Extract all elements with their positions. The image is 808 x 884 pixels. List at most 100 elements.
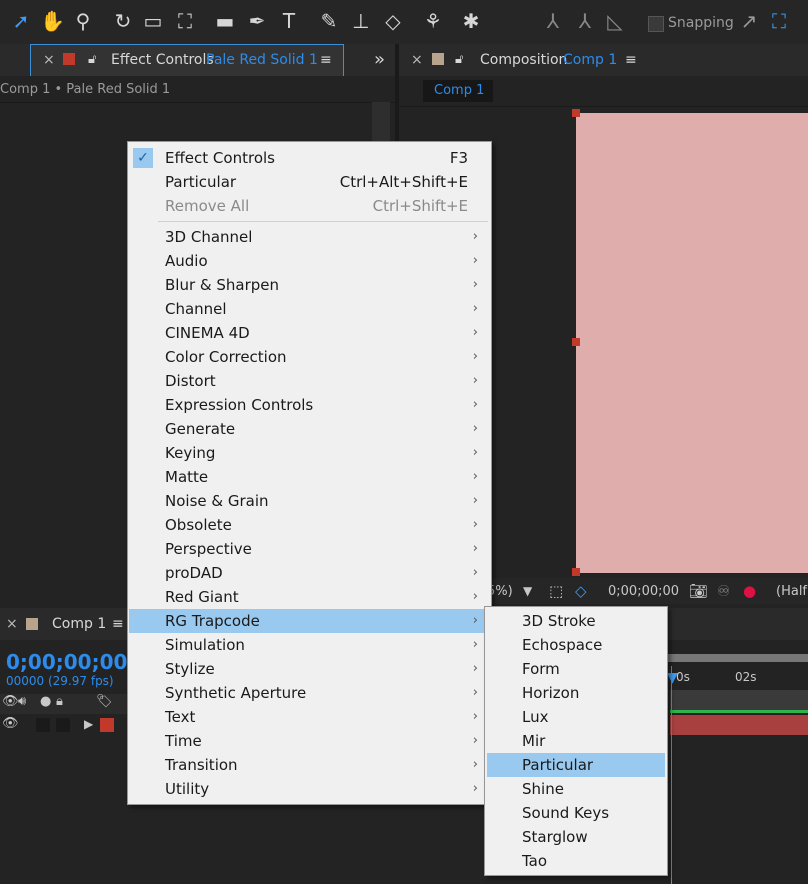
eraser-tool-icon[interactable]: ◇	[382, 10, 404, 32]
snap-target-icon[interactable]: ⛶	[768, 10, 790, 32]
menu-item-distort[interactable]: Distort ›	[129, 369, 490, 393]
snapshot-camera-icon[interactable]: 📷︎	[689, 582, 708, 600]
effect-panel-menu-icon[interactable]: ≡	[320, 44, 332, 76]
menu-item-matte[interactable]: Matte ›	[129, 465, 490, 489]
menu-item-channel[interactable]: Channel ›	[129, 297, 490, 321]
chevron-right-icon: ›	[472, 589, 478, 604]
layer-label-color[interactable]	[100, 718, 114, 732]
menu-item-effect-controls[interactable]: ✓ Effect Controls F3	[129, 146, 490, 170]
menu-item-color-correction[interactable]: Color Correction ›	[129, 345, 490, 369]
comp-canvas-solid[interactable]	[576, 113, 808, 573]
work-area-bar[interactable]	[666, 654, 808, 662]
submenu-item-starglow[interactable]: Starglow	[487, 825, 665, 849]
layer-handle-bottom[interactable]	[572, 568, 580, 576]
menu-item-expression-controls[interactable]: Expression Controls ›	[129, 393, 490, 417]
label-column-icon[interactable]: 🏷︎	[96, 694, 113, 709]
submenu-item-3d-stroke[interactable]: 3D Stroke	[487, 609, 665, 633]
axis-world-icon[interactable]: ⅄	[574, 10, 596, 32]
hand-tool-icon[interactable]: ✋	[40, 10, 65, 32]
axis-local-icon[interactable]: ⅄	[542, 10, 564, 32]
menu-item-prodad[interactable]: proDAD ›	[129, 561, 490, 585]
chevron-right-icon: ›	[472, 565, 478, 580]
video-visibility-icon[interactable]: 👁︎	[2, 694, 19, 709]
layer-solo-switch[interactable]	[56, 718, 70, 732]
pen-tool-icon[interactable]: ✒	[246, 10, 268, 32]
comp-panel-close-icon[interactable]: ×	[411, 44, 423, 76]
puppet-pin-tool-icon[interactable]: ✱	[460, 10, 482, 32]
roto-brush-tool-icon[interactable]: ⚘	[422, 10, 444, 32]
submenu-item-sound-keys[interactable]: Sound Keys	[487, 801, 665, 825]
menu-item-red-giant[interactable]: Red Giant ›	[129, 585, 490, 609]
snap-options-icon[interactable]: ↗	[738, 10, 760, 32]
axis-view-icon[interactable]: ◺	[604, 10, 626, 32]
submenu-item-mir[interactable]: Mir	[487, 729, 665, 753]
menu-item-simulation[interactable]: Simulation ›	[129, 633, 490, 657]
resolution-select[interactable]: (Half	[776, 584, 807, 599]
submenu-item-particular[interactable]: Particular	[487, 753, 665, 777]
snapping-checkbox[interactable]	[648, 16, 664, 32]
comp-lock-icon[interactable]: 🔓︎	[455, 44, 463, 76]
menu-item-text[interactable]: Text ›	[129, 705, 490, 729]
submenu-item-shine[interactable]: Shine	[487, 777, 665, 801]
solo-icon[interactable]: ●	[40, 694, 51, 709]
timeline-close-icon[interactable]: ×	[6, 608, 18, 640]
menu-item-audio[interactable]: Audio ›	[129, 249, 490, 273]
menu-item-generate[interactable]: Generate ›	[129, 417, 490, 441]
menu-item-keying[interactable]: Keying ›	[129, 441, 490, 465]
layer-handle-top[interactable]	[572, 109, 580, 117]
show-snapshot-icon[interactable]: ♾	[717, 582, 730, 600]
menu-item-particular[interactable]: Particular Ctrl+Alt+Shift+E	[129, 170, 490, 194]
audio-icon[interactable]: 🔊︎	[18, 694, 26, 709]
menu-item-transition[interactable]: Transition ›	[129, 753, 490, 777]
camera-tool-icon[interactable]: ▭	[142, 10, 164, 32]
lock-column-icon[interactable]: 🔒︎	[56, 694, 63, 709]
submenu-item-horizon[interactable]: Horizon	[487, 681, 665, 705]
comp-timecode[interactable]: 0;00;00;00	[608, 584, 679, 599]
menu-item-noise-grain[interactable]: Noise & Grain ›	[129, 489, 490, 513]
layer-audio-switch[interactable]	[36, 718, 50, 732]
menu-item-stylize[interactable]: Stylize ›	[129, 657, 490, 681]
menu-item-3d-channel[interactable]: 3D Channel ›	[129, 225, 490, 249]
submenu-item-label: Tao	[522, 852, 548, 870]
timeline-title[interactable]: Comp 1	[52, 608, 106, 640]
comp-panel-comp-name[interactable]: Comp 1	[563, 44, 617, 76]
rectangle-tool-icon[interactable]: ▬	[214, 10, 236, 32]
submenu-item-lux[interactable]: Lux	[487, 705, 665, 729]
submenu-item-form[interactable]: Form	[487, 657, 665, 681]
lock-icon[interactable]: 🔓︎	[88, 44, 96, 76]
submenu-item-echospace[interactable]: Echospace	[487, 633, 665, 657]
rg-trapcode-submenu: 3D Stroke Echospace Form Horizon Lux Mir Parti…	[484, 606, 668, 876]
channel-color-icon[interactable]: ●	[743, 582, 756, 600]
menu-item-rg-trapcode[interactable]: RG Trapcode ›	[129, 609, 490, 633]
menu-item-obsolete[interactable]: Obsolete ›	[129, 513, 490, 537]
clone-stamp-tool-icon[interactable]: ⊥	[350, 10, 372, 32]
timeline-menu-icon[interactable]: ≡	[112, 608, 124, 640]
comp-panel-menu-icon[interactable]: ≡	[625, 44, 637, 76]
effect-panel-layer-name[interactable]: Pale Red Solid 1	[206, 44, 318, 76]
menu-item-time[interactable]: Time ›	[129, 729, 490, 753]
brush-tool-icon[interactable]: ✎	[318, 10, 340, 32]
layer-visibility-icon[interactable]: 👁︎	[2, 716, 19, 731]
type-tool-icon[interactable]: T	[278, 10, 300, 32]
timeline-timecode[interactable]: 0;00;00;00	[6, 650, 127, 674]
zoom-dropdown-icon[interactable]: ▼	[523, 584, 532, 598]
submenu-item-tao[interactable]: Tao	[487, 849, 665, 873]
panel-overflow-icon[interactable]: »	[374, 44, 385, 76]
region-of-interest-icon[interactable]: ⬚	[549, 582, 563, 600]
menu-item-blur-sharpen[interactable]: Blur & Sharpen ›	[129, 273, 490, 297]
menu-item-cinema-4d[interactable]: CINEMA 4D ›	[129, 321, 490, 345]
layer-handle-middle[interactable]	[572, 338, 580, 346]
zoom-tool-icon[interactable]: ⚲	[72, 10, 94, 32]
layer-duration-bar[interactable]	[670, 715, 808, 735]
playhead-icon[interactable]: ▼	[667, 670, 678, 686]
rotate-tool-icon[interactable]: ↻	[112, 10, 134, 32]
layer-expand-icon[interactable]: ▶	[84, 717, 93, 731]
selection-tool-icon[interactable]: ➚	[10, 10, 32, 32]
pan-behind-tool-icon[interactable]: ⛶	[174, 10, 196, 32]
menu-item-label: Perspective	[165, 540, 252, 558]
menu-item-synthetic-aperture[interactable]: Synthetic Aperture ›	[129, 681, 490, 705]
menu-item-perspective[interactable]: Perspective ›	[129, 537, 490, 561]
transparency-grid-icon[interactable]: ◇	[575, 582, 587, 600]
effect-panel-close-icon[interactable]: ×	[43, 44, 55, 76]
menu-item-utility[interactable]: Utility ›	[129, 777, 490, 801]
